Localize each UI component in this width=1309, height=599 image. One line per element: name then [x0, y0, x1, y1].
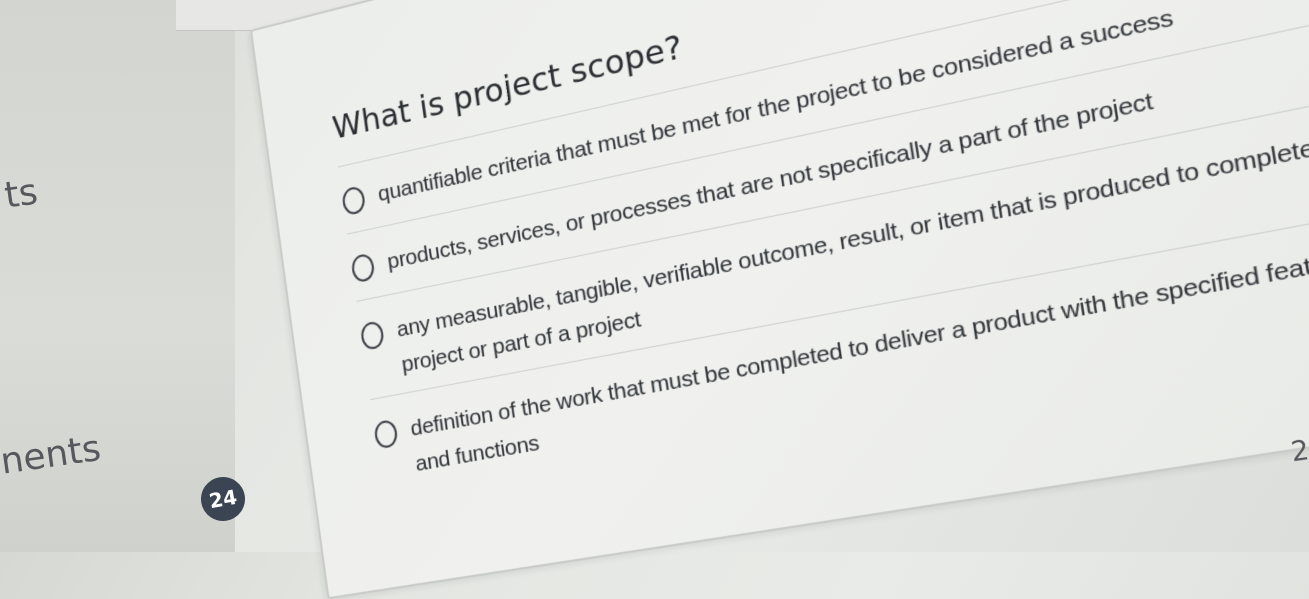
radio-button-icon[interactable] [350, 252, 376, 284]
radio-button-icon[interactable] [341, 185, 367, 217]
radio-button-icon[interactable] [359, 320, 386, 351]
question-card: What is project scope? quantifiable crit… [250, 0, 1309, 599]
next-question-number: 2 [1288, 432, 1309, 469]
left-sidebar: ts nents [0, 0, 235, 552]
question-card-wrapper: What is project scope? quantifiable crit… [250, 0, 1309, 599]
radio-button-icon[interactable] [373, 418, 399, 450]
sidebar-item-nents[interactable]: nents [0, 428, 103, 483]
sidebar-item-ts[interactable]: ts [2, 171, 40, 216]
